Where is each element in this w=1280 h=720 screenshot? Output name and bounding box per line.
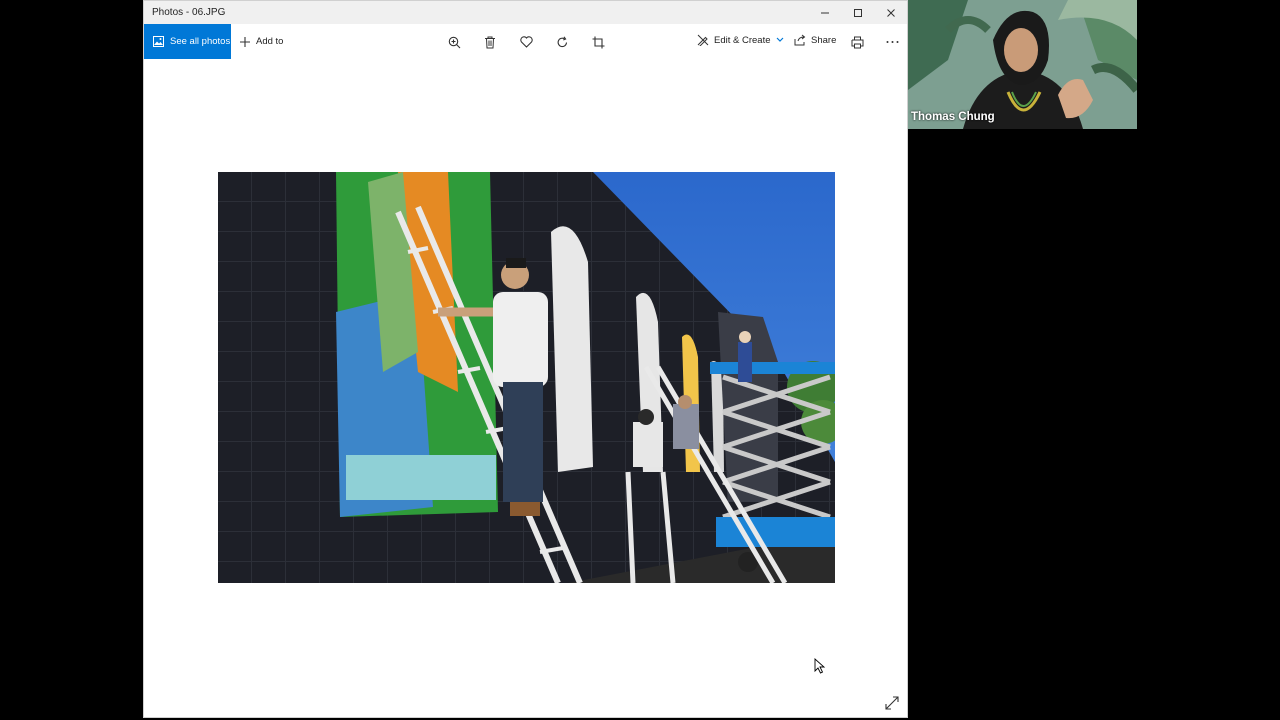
cursor-icon [814,657,826,674]
close-icon [886,8,895,17]
share-label: Share [811,34,837,46]
trash-icon [485,36,495,48]
crop-button[interactable] [590,34,606,50]
see-all-photos-label: See all photos [170,36,231,47]
zoom-button[interactable] [446,34,462,50]
add-to-button[interactable]: Add to [239,36,283,48]
see-all-photos-button[interactable]: See all photos [144,24,231,59]
screen: Photos - 06.JPG See all photos Add to Ed… [0,0,1280,720]
close-button[interactable] [874,1,907,24]
participant-video [908,0,1137,129]
photos-window: Photos - 06.JPG See all photos Add to Ed… [143,0,908,718]
maximize-icon [853,8,862,17]
share-icon [794,34,806,46]
zoom-icon [448,36,460,48]
minimize-icon [820,12,829,13]
participant-video-tile[interactable]: Thomas Chung [908,0,1137,129]
photo-viewer-image[interactable] [218,172,835,583]
crop-icon [592,36,604,48]
edit-create-button[interactable]: Edit & Create [697,34,784,46]
expand-icon [885,696,899,710]
edit-create-icon [697,34,709,46]
fullscreen-button[interactable] [884,695,900,711]
share-button[interactable]: Share [794,34,836,46]
mouse-cursor [814,657,826,674]
mural-photo [218,172,835,583]
rotate-button[interactable] [554,34,570,50]
photos-icon [153,36,164,47]
rotate-icon [557,35,567,47]
print-button[interactable] [849,34,865,50]
delete-button[interactable] [482,34,498,50]
title-bar: Photos - 06.JPG [144,1,907,24]
participant-name: Thomas Chung [911,111,995,123]
add-to-label: Add to [256,36,284,47]
edit-create-label: Edit & Create [714,34,771,46]
maximize-button[interactable] [841,1,874,24]
more-icon [886,41,898,43]
chevron-down-icon [776,37,783,42]
more-button[interactable] [884,34,900,50]
favorite-button[interactable] [518,34,534,50]
heart-icon [519,36,533,48]
window-title: Photos - 06.JPG [152,7,226,18]
minimize-button[interactable] [808,1,841,24]
print-icon [851,36,863,48]
plus-icon [240,36,250,47]
